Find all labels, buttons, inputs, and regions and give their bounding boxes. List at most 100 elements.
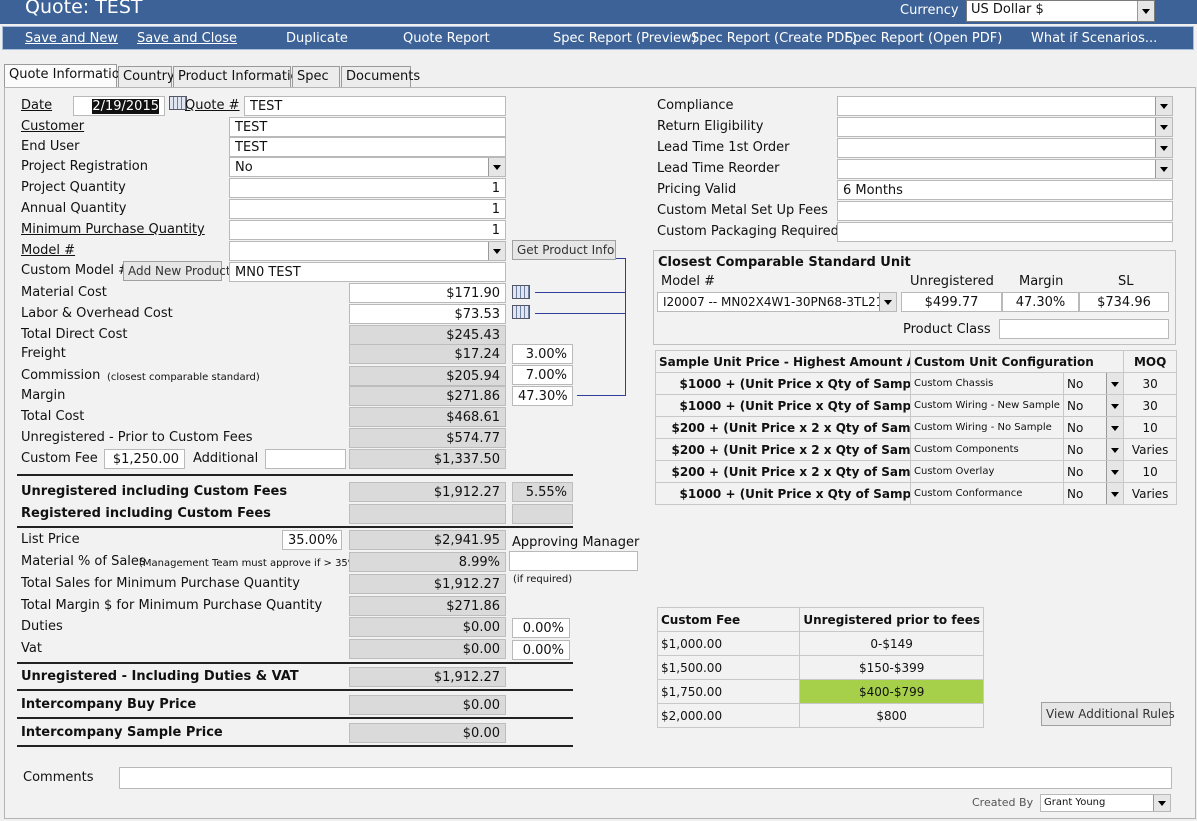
chevron-down-icon[interactable]: [488, 158, 505, 176]
spec-report-preview-button[interactable]: Spec Report (Preview): [553, 31, 697, 46]
custom-metal-fees-field[interactable]: [837, 201, 1173, 221]
config-select[interactable]: No: [1062, 460, 1125, 483]
return-eligibility-select[interactable]: [837, 117, 1173, 137]
chevron-down-icon[interactable]: [879, 293, 896, 311]
divider: [17, 745, 573, 747]
return-eligibility-label: Return Eligibility: [657, 119, 764, 134]
chevron-down-icon[interactable]: [1155, 139, 1172, 157]
duties-label: Duties: [21, 619, 63, 634]
freight-percent-field[interactable]: 3.00%: [512, 344, 573, 364]
quote-number-field[interactable]: TEST: [244, 96, 506, 116]
view-additional-rules-button[interactable]: View Additional Rules: [1041, 702, 1175, 726]
chevron-down-icon[interactable]: [1106, 373, 1124, 394]
tab-quote-information[interactable]: Quote Information: [4, 64, 128, 88]
product-class-label: Product Class: [903, 322, 991, 337]
approving-manager-label: Approving Manager: [512, 535, 640, 550]
chevron-down-icon[interactable]: [488, 242, 505, 260]
chevron-down-icon[interactable]: [1106, 439, 1124, 460]
custom-packaging-field[interactable]: [837, 222, 1173, 242]
additional-field[interactable]: [265, 449, 346, 469]
closest-model-select[interactable]: I20007 -- MN02X4W1-30PN68-3TL21: [657, 292, 897, 312]
quote-number-label: Quote #: [185, 98, 240, 113]
chevron-down-icon[interactable]: [1106, 395, 1124, 416]
config-name: Custom Chassis: [910, 372, 1064, 395]
end-user-label: End User: [21, 139, 80, 154]
chevron-down-icon[interactable]: [1137, 1, 1154, 21]
material-cost-field[interactable]: $171.90: [349, 283, 506, 303]
commission-percent-field[interactable]: 7.00%: [512, 365, 573, 385]
lead-time-reorder-select[interactable]: [837, 159, 1173, 179]
minimum-purchase-quantity-field[interactable]: 1: [229, 220, 506, 240]
config-select[interactable]: No: [1062, 482, 1125, 505]
custom-fee-field[interactable]: $1,250.00: [104, 449, 185, 469]
config-select[interactable]: No: [1062, 438, 1125, 461]
project-registration-select[interactable]: No: [229, 157, 506, 177]
duplicate-button[interactable]: Duplicate: [286, 31, 348, 46]
model-number-select[interactable]: [229, 241, 506, 261]
list-price-percent-field[interactable]: 35.00%: [282, 530, 342, 550]
date-field[interactable]: 2/19/2015: [73, 96, 165, 116]
chevron-down-icon[interactable]: [1106, 461, 1124, 482]
connector-line: [577, 395, 626, 396]
config-name: Custom Components: [910, 438, 1064, 461]
lead-time-first-order-select[interactable]: [837, 138, 1173, 158]
chevron-down-icon[interactable]: [1106, 417, 1124, 438]
vat-value: $0.00: [349, 639, 506, 659]
config-select[interactable]: No: [1062, 416, 1125, 439]
pricing-valid-field[interactable]: 6 Months: [837, 180, 1173, 200]
config-select[interactable]: No: [1062, 372, 1125, 395]
add-new-product-button[interactable]: Add New Product: [123, 261, 231, 281]
product-class-field[interactable]: [999, 319, 1169, 339]
custom-model-number-field[interactable]: MN0 TEST: [229, 262, 506, 282]
margin-percent-field[interactable]: 47.30%: [512, 386, 573, 406]
get-product-info-button[interactable]: Get Product Info: [512, 240, 616, 260]
what-if-scenarios-button[interactable]: What if Scenarios...: [1031, 31, 1157, 46]
fee-header: Custom Fee: [656, 607, 801, 632]
spec-report-open-pdf-button[interactable]: Spec Report (Open PDF): [845, 31, 1002, 46]
calculator-icon[interactable]: [512, 305, 530, 319]
tab-documents[interactable]: Documents: [341, 66, 420, 87]
total-sales-label: Total Sales for Minimum Purchase Quantit…: [21, 576, 300, 591]
material-percent-label: Material % of Sales: [21, 554, 146, 569]
tab-spec[interactable]: Spec: [292, 66, 340, 87]
compliance-select[interactable]: [837, 96, 1173, 116]
calculator-icon[interactable]: [512, 285, 530, 299]
chevron-down-icon[interactable]: [1106, 483, 1124, 504]
chevron-down-icon[interactable]: [1155, 97, 1172, 115]
end-user-field[interactable]: TEST: [229, 137, 506, 157]
annual-quantity-field[interactable]: 1: [229, 199, 506, 219]
custom-metal-fees-label: Custom Metal Set Up Fees: [657, 203, 828, 218]
chevron-down-icon[interactable]: [1153, 795, 1170, 811]
vat-percent-field[interactable]: 0.00%: [512, 640, 570, 660]
date-value: 2/19/2015: [92, 99, 159, 114]
customer-field[interactable]: TEST: [229, 117, 506, 137]
custom-config-header: Custom Unit Configuration: [909, 350, 1125, 373]
connector-line: [535, 292, 625, 293]
created-by-value: Grant Young: [1044, 797, 1106, 808]
fee-range: $150-$399: [799, 655, 984, 680]
approving-manager-field[interactable]: [509, 551, 638, 571]
created-by-select[interactable]: Grant Young: [1040, 794, 1171, 812]
duties-percent-field[interactable]: 0.00%: [512, 618, 570, 638]
divider: [17, 526, 573, 528]
tab-country[interactable]: Country: [118, 66, 175, 87]
if-required-note: (if required): [513, 574, 573, 585]
config-select[interactable]: No: [1062, 394, 1125, 417]
quote-report-button[interactable]: Quote Report: [403, 31, 490, 46]
chevron-down-icon[interactable]: [1155, 160, 1172, 178]
project-quantity-field[interactable]: 1: [229, 178, 506, 198]
tab-product-information[interactable]: Product Information: [173, 66, 307, 87]
divider: [17, 662, 573, 664]
chevron-down-icon[interactable]: [1155, 118, 1172, 136]
config-value: No: [1066, 464, 1084, 479]
comments-field[interactable]: [119, 767, 1172, 789]
save-and-close-button[interactable]: Save and Close: [137, 31, 237, 46]
currency-select[interactable]: US Dollar $: [966, 0, 1155, 22]
config-moq: Varies: [1123, 438, 1177, 461]
spec-report-create-pdf-button[interactable]: Spec Report (Create PDF): [691, 31, 857, 46]
material-percent-value: 8.99%: [349, 552, 506, 572]
freight-value: $17.24: [349, 344, 506, 364]
total-margin-label: Total Margin $ for Minimum Purchase Quan…: [21, 598, 323, 613]
save-and-new-button[interactable]: Save and New: [25, 31, 118, 46]
labor-overhead-cost-field[interactable]: $73.53: [349, 304, 506, 324]
